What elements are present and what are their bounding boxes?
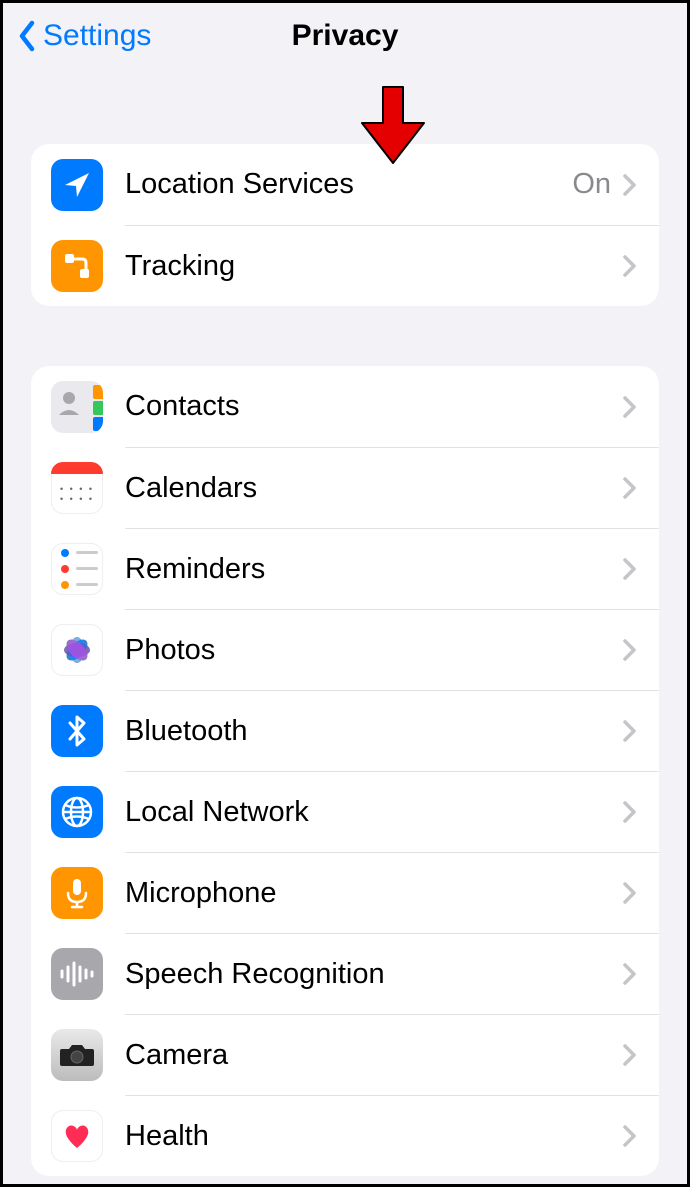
row-label: Reminders bbox=[125, 553, 623, 586]
row-value: On bbox=[572, 168, 611, 201]
page-title: Privacy bbox=[292, 19, 399, 53]
chevron-right-icon bbox=[623, 477, 637, 499]
row-calendars[interactable]: • • • •• • • • Calendars bbox=[31, 447, 659, 528]
row-label: Bluetooth bbox=[125, 715, 623, 748]
row-reminders[interactable]: Reminders bbox=[31, 528, 659, 609]
row-label: Local Network bbox=[125, 796, 623, 829]
row-label: Tracking bbox=[125, 250, 623, 283]
chevron-right-icon bbox=[623, 1125, 637, 1147]
row-location-services[interactable]: Location Services On bbox=[31, 144, 659, 225]
row-label: Microphone bbox=[125, 877, 623, 910]
tracking-icon bbox=[51, 240, 103, 292]
row-label: Location Services bbox=[125, 168, 572, 201]
row-tracking[interactable]: Tracking bbox=[31, 225, 659, 306]
row-speech[interactable]: Speech Recognition bbox=[31, 933, 659, 1014]
chevron-right-icon bbox=[623, 174, 637, 196]
row-label: Camera bbox=[125, 1039, 623, 1072]
location-icon bbox=[51, 159, 103, 211]
calendar-icon: • • • •• • • • bbox=[51, 462, 103, 514]
photos-icon bbox=[51, 624, 103, 676]
row-label: Contacts bbox=[125, 390, 623, 423]
chevron-left-icon bbox=[17, 20, 37, 52]
chevron-right-icon bbox=[623, 558, 637, 580]
chevron-right-icon bbox=[623, 963, 637, 985]
back-label: Settings bbox=[43, 19, 151, 53]
row-label: Photos bbox=[125, 634, 623, 667]
chevron-right-icon bbox=[623, 396, 637, 418]
row-label: Health bbox=[125, 1120, 623, 1153]
annotation-down-arrow-icon bbox=[358, 85, 428, 165]
nav-bar: Settings Privacy bbox=[3, 3, 687, 69]
row-bluetooth[interactable]: Bluetooth bbox=[31, 690, 659, 771]
row-label: Speech Recognition bbox=[125, 958, 623, 991]
bluetooth-icon bbox=[51, 705, 103, 757]
settings-group-privacy: Contacts • • • •• • • • Calendars Remind… bbox=[31, 366, 659, 1176]
settings-group-location: Location Services On Tracking bbox=[31, 144, 659, 306]
row-local-network[interactable]: Local Network bbox=[31, 771, 659, 852]
camera-icon bbox=[51, 1029, 103, 1081]
waveform-icon bbox=[51, 948, 103, 1000]
reminders-icon bbox=[51, 543, 103, 595]
row-contacts[interactable]: Contacts bbox=[31, 366, 659, 447]
chevron-right-icon bbox=[623, 639, 637, 661]
heart-icon bbox=[51, 1110, 103, 1162]
row-microphone[interactable]: Microphone bbox=[31, 852, 659, 933]
chevron-right-icon bbox=[623, 720, 637, 742]
row-camera[interactable]: Camera bbox=[31, 1014, 659, 1095]
chevron-right-icon bbox=[623, 882, 637, 904]
row-health[interactable]: Health bbox=[31, 1095, 659, 1176]
row-label: Calendars bbox=[125, 472, 623, 505]
row-photos[interactable]: Photos bbox=[31, 609, 659, 690]
chevron-right-icon bbox=[623, 801, 637, 823]
chevron-right-icon bbox=[623, 1044, 637, 1066]
chevron-right-icon bbox=[623, 255, 637, 277]
back-button[interactable]: Settings bbox=[17, 19, 151, 53]
globe-icon bbox=[51, 786, 103, 838]
contacts-icon bbox=[51, 381, 103, 433]
microphone-icon bbox=[51, 867, 103, 919]
